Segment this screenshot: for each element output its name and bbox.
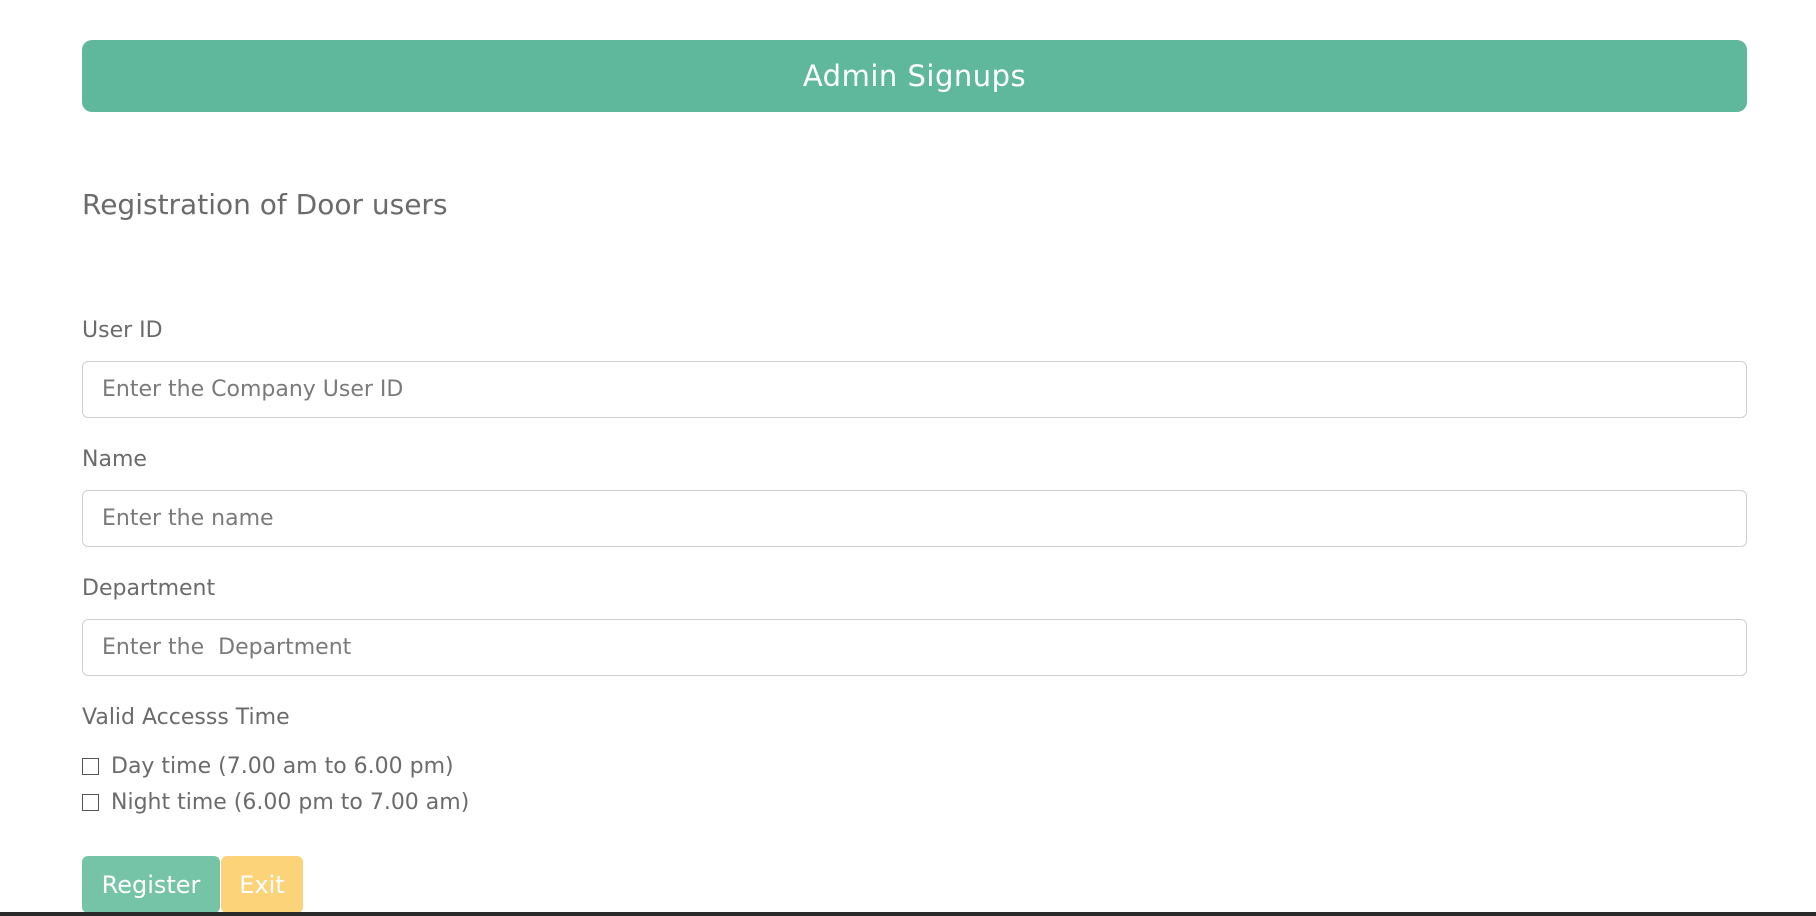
user-id-label: User ID (82, 318, 163, 343)
access-time-label: Valid Accesss Time (82, 705, 290, 730)
signup-page: Admin Signups Registration of Door users… (0, 0, 1816, 916)
night-time-label[interactable]: Night time (6.00 pm to 7.00 am) (111, 790, 469, 815)
night-time-checkbox[interactable] (82, 794, 99, 811)
day-time-option[interactable]: Day time (7.00 am to 6.00 pm) (82, 754, 454, 779)
register-button[interactable]: Register (82, 856, 220, 913)
department-input[interactable] (82, 619, 1747, 676)
header-bar: Admin Signups (82, 40, 1747, 112)
name-label: Name (82, 447, 147, 472)
exit-button[interactable]: Exit (221, 856, 303, 913)
day-time-label[interactable]: Day time (7.00 am to 6.00 pm) (111, 754, 454, 779)
department-label: Department (82, 576, 216, 601)
name-input[interactable] (82, 490, 1747, 547)
user-id-input[interactable] (82, 361, 1747, 418)
day-time-checkbox[interactable] (82, 758, 99, 775)
form-subtitle: Registration of Door users (82, 188, 448, 221)
bottom-scrollbar (0, 912, 1816, 916)
page-title: Admin Signups (802, 59, 1027, 93)
night-time-option[interactable]: Night time (6.00 pm to 7.00 am) (82, 790, 469, 815)
